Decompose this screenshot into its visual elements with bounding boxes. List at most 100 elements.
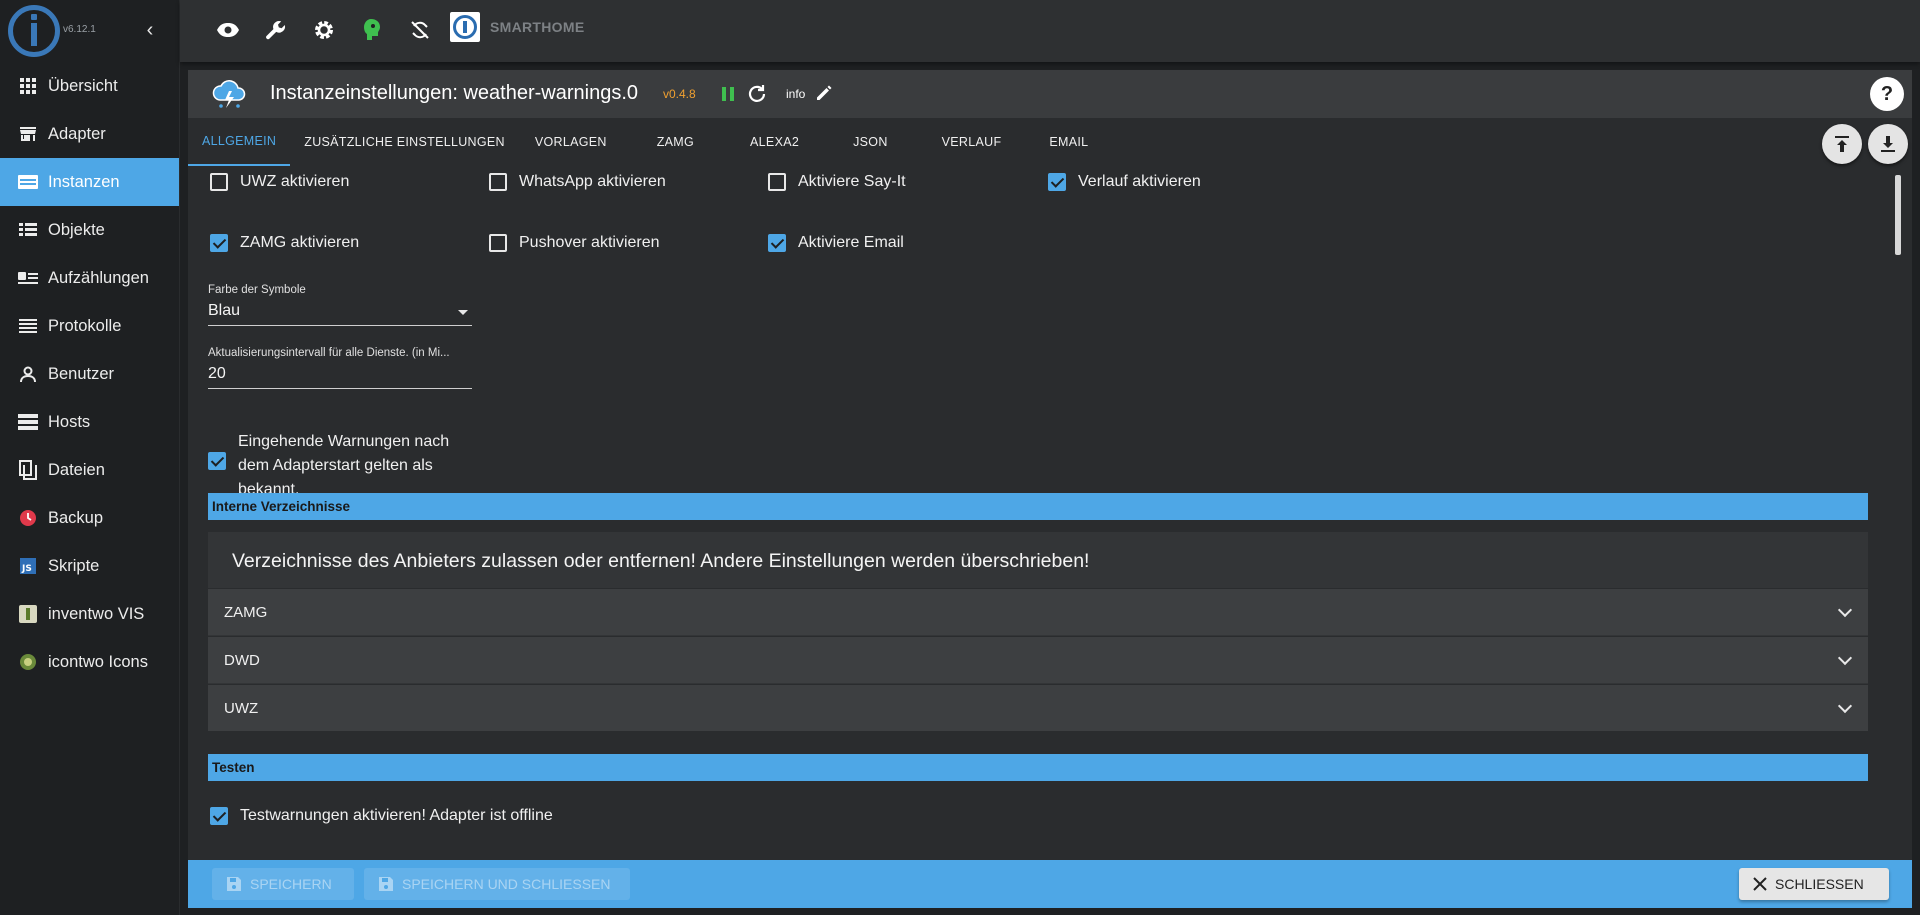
wrench-icon[interactable]	[262, 16, 290, 44]
sidebar-item-label: Hosts	[48, 412, 91, 431]
eye-icon[interactable]	[214, 16, 242, 44]
pencil-icon[interactable]	[814, 83, 834, 103]
sidebar-item-icontwo-icons[interactable]: icontwo Icons	[0, 638, 179, 686]
interval-input[interactable]: Aktualisierungsintervall für alle Dienst…	[208, 347, 472, 389]
files-icon	[18, 460, 38, 480]
email-checkbox[interactable]: Aktiviere Email	[768, 234, 904, 252]
checkbox-box[interactable]	[210, 807, 228, 825]
button-label: SPEICHERN	[250, 876, 332, 892]
accordion-label: UWZ	[224, 699, 259, 717]
save-and-close-button[interactable]: SPEICHERN UND SCHLIESSEN	[364, 868, 630, 900]
tab-verlauf[interactable]: VERLAUF	[922, 118, 1036, 166]
sidebar-item-benutzer[interactable]: Benutzer	[0, 350, 179, 398]
sidebar-item-aufzaehlungen[interactable]: Aufzählungen	[0, 254, 179, 302]
checkbox-label: Testwarnungen aktivieren! Adapter ist of…	[240, 807, 553, 824]
uwz-checkbox[interactable]: UWZ aktivieren	[210, 173, 349, 191]
sidebar-item-skripte[interactable]: JS Skripte	[0, 542, 179, 590]
checkbox-box[interactable]	[489, 234, 507, 252]
tab-vorlagen[interactable]: VORLAGEN	[519, 118, 635, 166]
js-icon: JS	[18, 556, 38, 576]
sidebar-item-label: icontwo Icons	[48, 652, 148, 671]
sidebar-item-inventwo-vis[interactable]: inventwo VIS	[0, 590, 179, 638]
accordion-uwz[interactable]: UWZ	[208, 684, 1868, 731]
tab-zamg[interactable]: ZAMG	[635, 118, 728, 166]
checkbox-box[interactable]	[210, 234, 228, 252]
sidebar-item-label: Aufzählungen	[48, 268, 149, 287]
info-label[interactable]: info	[786, 87, 805, 101]
panel-header: Instanzeinstellungen: weather-warnings.0…	[188, 70, 1912, 118]
grid-icon	[18, 76, 38, 96]
section-header-internal: Interne Verzeichnisse	[208, 493, 1868, 520]
known-warnings-checkbox[interactable]: Eingehende Warnungen nach dem Adaptersta…	[208, 430, 468, 502]
save-icon	[227, 877, 241, 891]
sidebar-item-hosts[interactable]: Hosts	[0, 398, 179, 446]
upload-config-button[interactable]	[1822, 124, 1862, 164]
expert-mode-icon[interactable]	[358, 16, 386, 44]
checkbox-box[interactable]	[489, 173, 507, 191]
chevron-left-icon[interactable]: ‹	[138, 18, 162, 42]
settings-content: UWZ aktivieren WhatsApp aktivieren Aktiv…	[188, 166, 1888, 856]
sidebar-item-uebersicht[interactable]: Übersicht	[0, 62, 179, 110]
iobroker-logo[interactable]	[8, 5, 60, 57]
footer-bar: SPEICHERN SPEICHERN UND SCHLIESSEN SCHLI…	[188, 860, 1912, 908]
sayit-checkbox[interactable]: Aktiviere Say-It	[768, 173, 906, 191]
sync-off-icon[interactable]	[406, 16, 434, 44]
verlauf-checkbox[interactable]: Verlauf aktivieren	[1048, 173, 1201, 191]
scrollbar-thumb[interactable]	[1895, 175, 1901, 255]
sidebar-item-objekte[interactable]: Objekte	[0, 206, 179, 254]
checkbox-box[interactable]	[768, 173, 786, 191]
field-label: Farbe der Symbole	[208, 284, 306, 296]
page-title: Instanzeinstellungen: weather-warnings.0	[270, 82, 638, 104]
reload-icon[interactable]	[746, 83, 768, 105]
sidebar: v6.12.1 ‹ Übersicht Adapter Instanzen Ob…	[0, 0, 180, 915]
tab-json[interactable]: JSON	[833, 118, 922, 166]
directories-title: Verzeichnisse des Anbieters zulassen ode…	[232, 550, 1090, 572]
symbol-color-select[interactable]: Farbe der Symbole Blau	[208, 284, 472, 326]
field-value[interactable]: 20	[208, 365, 472, 389]
accordion-dwd[interactable]: DWD	[208, 636, 1868, 683]
backup-icon	[18, 508, 38, 528]
accordion-zamg[interactable]: ZAMG	[208, 588, 1868, 635]
gear-icon[interactable]	[310, 16, 338, 44]
top-toolbar: SMARTHOME	[180, 0, 1920, 62]
scrollbar[interactable]	[1895, 175, 1903, 855]
save-button[interactable]: SPEICHERN	[212, 868, 354, 900]
sidebar-item-protokolle[interactable]: Protokolle	[0, 302, 179, 350]
pushover-checkbox[interactable]: Pushover aktivieren	[489, 234, 660, 252]
checkbox-box[interactable]	[768, 234, 786, 252]
tab-email[interactable]: EMAIL	[1035, 118, 1102, 166]
field-value[interactable]: Blau	[208, 302, 472, 326]
chevron-down-icon	[1837, 698, 1853, 714]
svg-text:JS: JS	[21, 564, 32, 574]
sidebar-nav: Übersicht Adapter Instanzen Objekte Aufz…	[0, 62, 179, 686]
tab-zusaetzliche-einstellungen[interactable]: ZUSÄTZLICHE EINSTELLUNGEN	[290, 118, 519, 166]
sidebar-item-backup[interactable]: Backup	[0, 494, 179, 542]
select-value: Blau	[208, 302, 241, 319]
tab-allgemein[interactable]: ALLGEMEIN	[188, 118, 291, 166]
checkbox-label: UWZ aktivieren	[240, 173, 350, 190]
hosts-icon	[18, 412, 38, 432]
help-button[interactable]: ?	[1870, 77, 1904, 111]
test-warnings-checkbox[interactable]: Testwarnungen aktivieren! Adapter ist of…	[210, 807, 553, 825]
icontwo-icon	[18, 652, 38, 672]
sidebar-item-dateien[interactable]: Dateien	[0, 446, 179, 494]
checkbox-box[interactable]	[1048, 173, 1066, 191]
checkbox-label: Aktiviere Say-It	[798, 173, 906, 190]
upload-icon	[1835, 136, 1849, 152]
close-button[interactable]: SCHLIESSEN	[1739, 868, 1889, 900]
sidebar-item-instanzen[interactable]: Instanzen	[0, 158, 179, 206]
download-config-button[interactable]	[1868, 124, 1908, 164]
whatsapp-checkbox[interactable]: WhatsApp aktivieren	[489, 173, 666, 191]
inventwo-icon	[18, 604, 38, 624]
tab-alexa2[interactable]: ALEXA2	[728, 118, 833, 166]
pause-icon[interactable]	[718, 84, 738, 104]
instance-version: v0.4.8	[663, 87, 696, 101]
checkbox-box[interactable]	[208, 452, 226, 470]
directories-card: Verzeichnisse des Anbieters zulassen ode…	[208, 532, 1868, 731]
checkbox-box[interactable]	[210, 173, 228, 191]
checkbox-label: Verlauf aktivieren	[1078, 173, 1201, 190]
instances-icon	[18, 172, 38, 192]
sidebar-item-label: Adapter	[48, 124, 106, 143]
sidebar-item-adapter[interactable]: Adapter	[0, 110, 179, 158]
zamg-checkbox[interactable]: ZAMG aktivieren	[210, 234, 359, 252]
